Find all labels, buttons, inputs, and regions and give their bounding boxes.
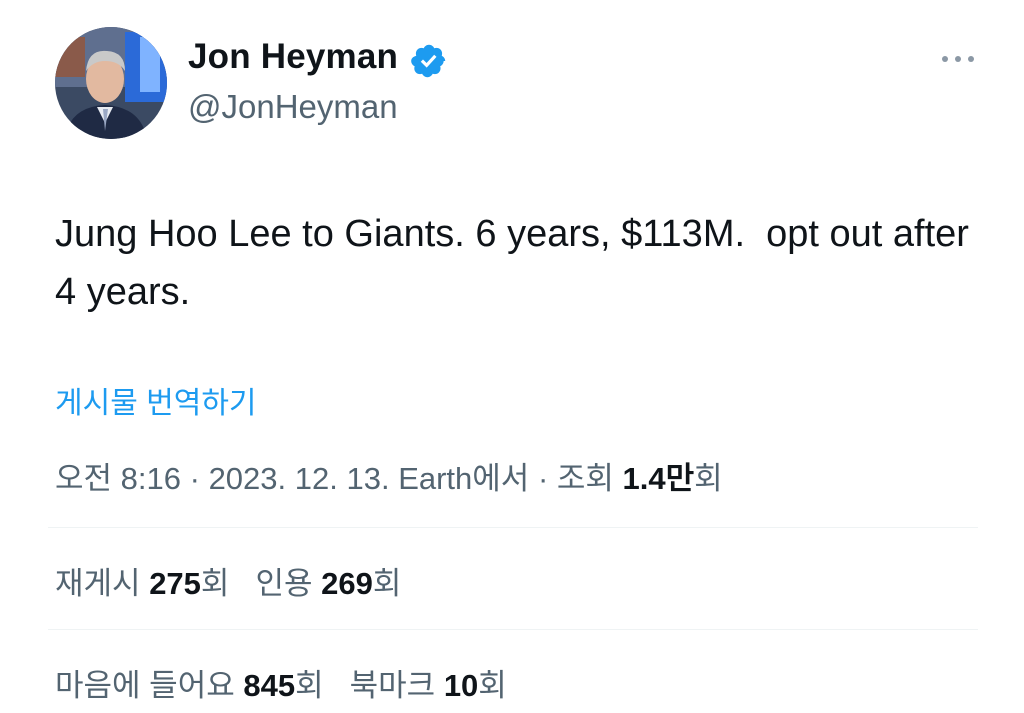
views-label: 조회 (556, 461, 623, 496)
reposts-suffix: 회 (200, 566, 230, 601)
author-handle[interactable]: @JonHeyman (188, 88, 398, 126)
meta-separator: · (529, 461, 557, 496)
views-suffix: 회 (694, 461, 723, 496)
avatar[interactable] (55, 27, 167, 139)
divider (48, 629, 978, 630)
quotes-suffix: 회 (372, 566, 402, 601)
avatar-image (55, 27, 167, 139)
reposts-stat[interactable]: 재게시 275회 (55, 566, 229, 601)
likes-stat[interactable]: 마음에 들어요 845회 (55, 668, 324, 703)
bookmarks-count: 10 (443, 668, 479, 703)
verified-badge-icon (411, 44, 446, 78)
stats-row: 마음에 들어요 845회 북마크 10회 (55, 660, 507, 705)
tweet-text: Jung Hoo Lee to Giants. 6 years, $113M. … (55, 213, 980, 313)
likes-count: 845 (243, 668, 296, 703)
bookmarks-stat[interactable]: 북마크 10회 (350, 668, 507, 703)
more-horizontal-icon[interactable] (940, 50, 976, 68)
likes-label: 마음에 들어요 (55, 668, 244, 703)
tweet-time[interactable]: 오전 8:16 (55, 461, 181, 496)
quotes-label: 인용 (255, 566, 322, 601)
stats-row: 재게시 275회 인용 269회 (55, 558, 401, 603)
bookmarks-suffix: 회 (478, 668, 507, 703)
tweet-detail: Jon Heyman @JonHeyman Jung Hoo Lee to Gi… (0, 0, 1024, 713)
likes-suffix: 회 (295, 668, 324, 703)
meta-separator: · (181, 461, 209, 496)
bookmarks-label: 북마크 (349, 668, 444, 703)
reposts-count: 275 (149, 566, 201, 601)
tweet-date[interactable]: 2023. 12. 13. (209, 461, 390, 496)
tweet-source: Earth에서 (398, 461, 530, 496)
quotes-count: 269 (321, 566, 373, 601)
views-count: 1.4만 (622, 461, 695, 496)
quotes-stat[interactable]: 인용 269회 (255, 566, 401, 601)
author-name[interactable]: Jon Heyman (188, 37, 398, 77)
tweet-meta: 오전 8:16 · 2023. 12. 13. Earth에서 · 조회 1.4… (55, 453, 723, 498)
translate-post-link[interactable]: 게시물 번역하기 (55, 378, 257, 422)
divider (48, 527, 978, 528)
reposts-label: 재게시 (55, 566, 150, 601)
